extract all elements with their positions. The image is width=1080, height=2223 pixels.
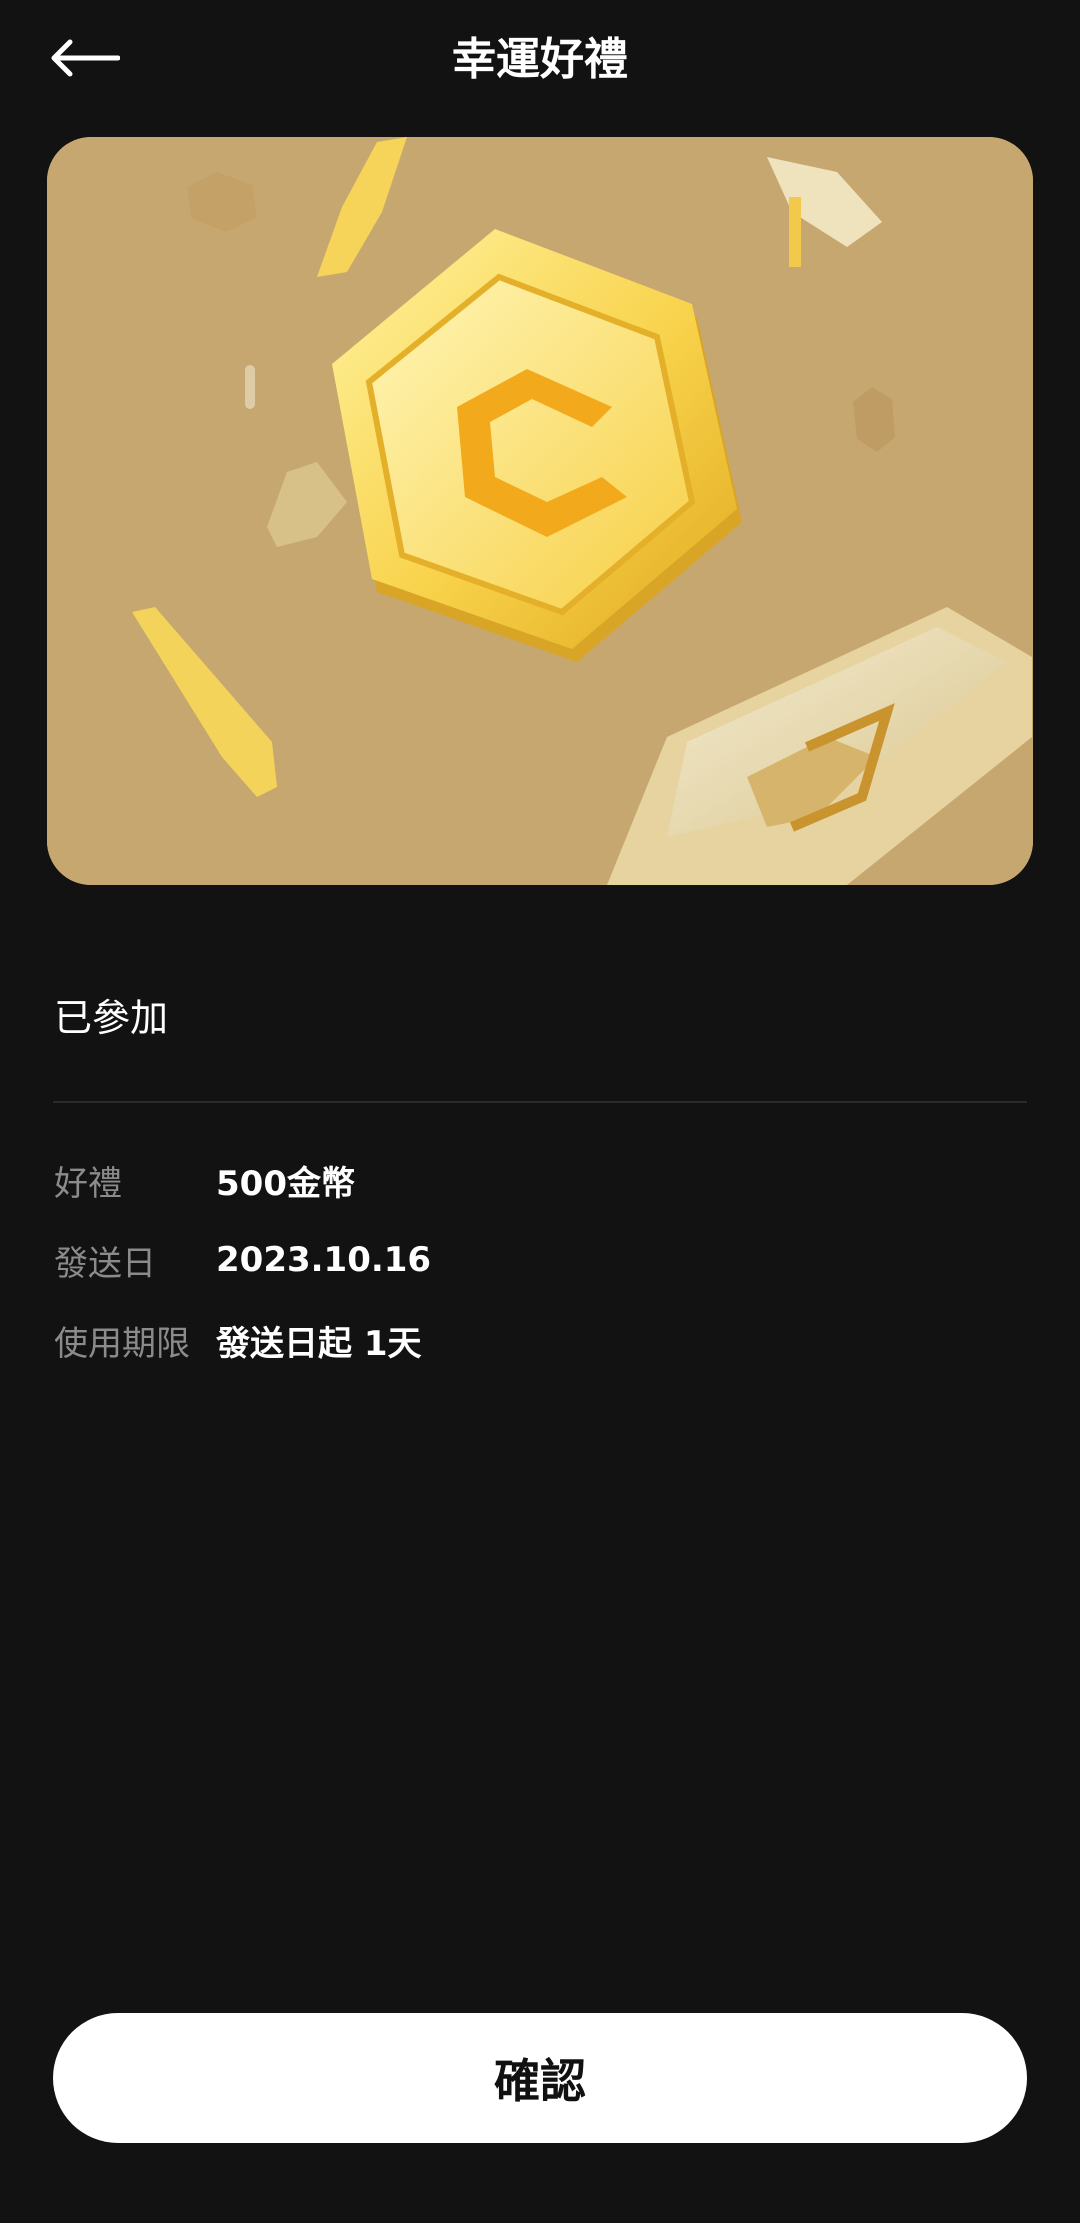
detail-value: 500金幣 xyxy=(216,1163,355,1204)
detail-row-gift: 好禮 500金幣 xyxy=(54,1150,355,1210)
confirm-button[interactable]: 確認 xyxy=(53,2013,1027,2143)
app-header: 幸運好禮 xyxy=(0,0,1080,120)
participation-status: 已參加 xyxy=(54,996,169,1040)
detail-value: 2023.10.16 xyxy=(216,1240,432,1280)
gold-coins-illustration xyxy=(47,137,1033,885)
detail-row-send-date: 發送日 2023.10.16 xyxy=(54,1230,431,1290)
detail-label: 發送日 xyxy=(54,1243,156,1284)
detail-label: 好禮 xyxy=(54,1163,122,1204)
detail-value: 發送日起 1天 xyxy=(216,1323,422,1364)
banner-image xyxy=(47,137,1033,885)
detail-label: 使用期限 xyxy=(54,1323,190,1364)
divider xyxy=(53,1101,1027,1103)
detail-row-expiry: 使用期限 發送日起 1天 xyxy=(54,1310,422,1370)
page-title: 幸運好禮 xyxy=(452,34,628,85)
